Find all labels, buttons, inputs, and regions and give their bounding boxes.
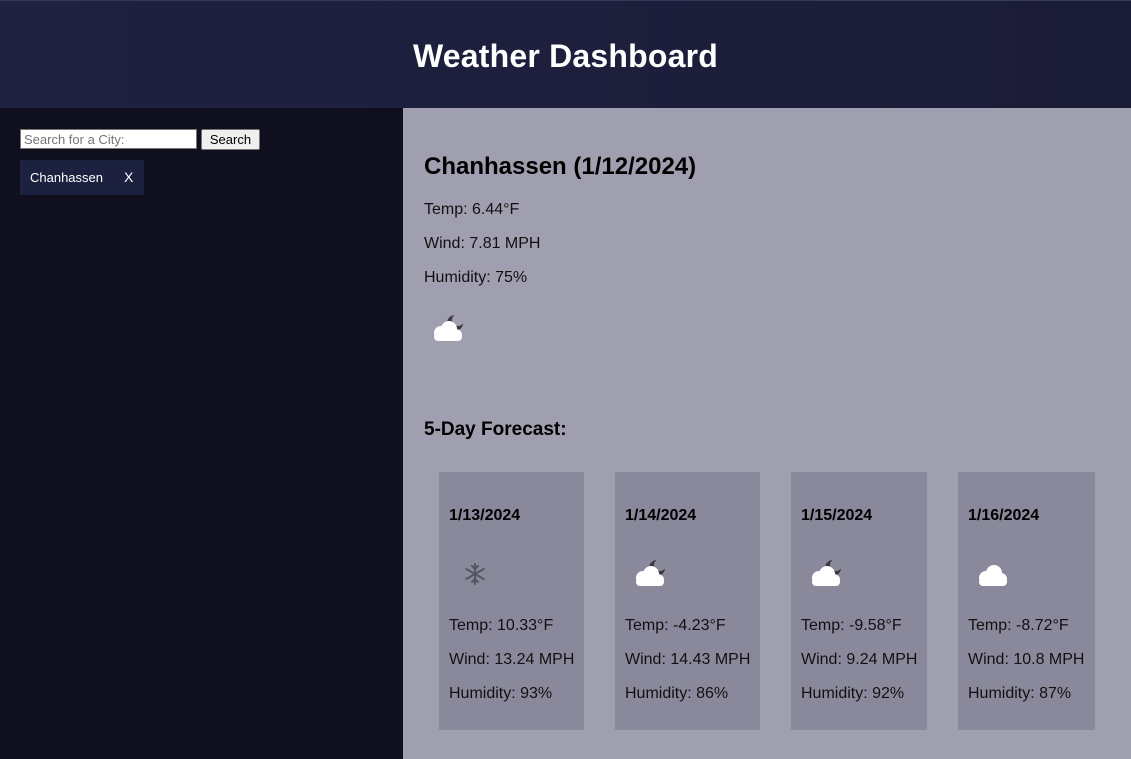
header: Weather Dashboard	[0, 0, 1131, 108]
current-humidity: Humidity: 75%	[424, 269, 528, 286]
forecast-wind: Wind: 14.43 MPH	[625, 651, 751, 668]
forecast-card: 1/16/2024 Temp: -8.72°F Wind: 10.8 MPH H…	[958, 472, 1095, 730]
page: Weather Dashboard Search Chanhassen X Ch…	[0, 0, 1131, 759]
forecast-title: 5-Day Forecast:	[424, 419, 567, 440]
page-title: Weather Dashboard	[412, 38, 719, 74]
forecast-card: 1/15/2024 Temp: -9.58°F Wind: 9.24 MPH H…	[791, 472, 927, 730]
current-weather-title: Chanhassen (1/12/2024)	[424, 153, 697, 180]
forecast-humidity: Humidity: 86%	[625, 685, 729, 702]
current-wind: Wind: 7.81 MPH	[424, 235, 541, 252]
cloud-moon-icon	[636, 559, 666, 586]
history-city-button[interactable]: Chanhassen X	[20, 160, 144, 195]
forecast-temp: Temp: -9.58°F	[801, 617, 902, 634]
search-input[interactable]	[20, 129, 197, 149]
cloud-icon	[979, 565, 1007, 586]
main-panel: Chanhassen (1/12/2024) Temp: 6.44°F Wind…	[403, 108, 1131, 759]
forecast-date: 1/16/2024	[968, 507, 1040, 524]
current-temp: Temp: 6.44°F	[424, 201, 520, 218]
sidebar: Search Chanhassen X	[0, 108, 403, 759]
cloud-moon-icon	[434, 314, 464, 341]
remove-city-button[interactable]: X	[124, 169, 133, 185]
forecast-wind: Wind: 10.8 MPH	[968, 651, 1085, 668]
forecast-card: 1/14/2024 Temp: -4.23°F Wind: 14.43 MPH …	[615, 472, 760, 730]
history-city-label: Chanhassen	[30, 170, 103, 185]
forecast-date: 1/15/2024	[801, 507, 873, 524]
forecast-wind: Wind: 13.24 MPH	[449, 651, 575, 668]
forecast-wind: Wind: 9.24 MPH	[801, 651, 918, 668]
forecast-temp: Temp: -8.72°F	[968, 617, 1069, 634]
forecast-card: 1/13/2024 Temp: 10.33°F Wind: 13.24 MPH …	[439, 472, 584, 730]
cloud-moon-icon	[812, 559, 842, 586]
search-button[interactable]: Search	[201, 129, 260, 150]
snowflake-icon	[465, 563, 485, 585]
forecast-date: 1/13/2024	[449, 507, 521, 524]
forecast-temp: Temp: 10.33°F	[449, 617, 554, 634]
forecast-temp: Temp: -4.23°F	[625, 617, 726, 634]
forecast-humidity: Humidity: 93%	[449, 685, 553, 702]
forecast-humidity: Humidity: 92%	[801, 685, 905, 702]
forecast-date: 1/14/2024	[625, 507, 697, 524]
forecast-humidity: Humidity: 87%	[968, 685, 1072, 702]
